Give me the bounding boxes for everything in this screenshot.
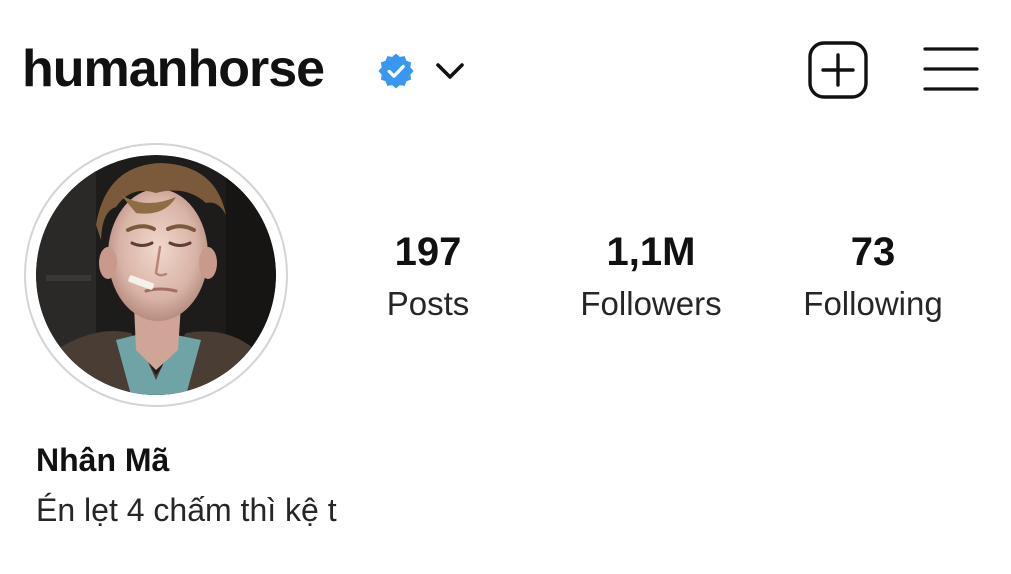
verified-badge-icon bbox=[378, 53, 414, 89]
stat-posts-value: 197 bbox=[394, 230, 462, 274]
stat-followers-value: 1,1M bbox=[606, 230, 696, 274]
stat-followers-label: Followers bbox=[580, 285, 722, 322]
username-title[interactable]: humanhorse bbox=[22, 38, 325, 100]
display-name: Nhân Mã bbox=[36, 442, 170, 478]
new-post-plus-icon[interactable] bbox=[807, 40, 869, 100]
chevron-down-icon[interactable] bbox=[433, 56, 467, 86]
avatar[interactable] bbox=[36, 155, 276, 395]
bio-text: Én lẹt 4 chấm thì kệ t bbox=[36, 492, 337, 528]
stat-followers[interactable]: 1,1M Followers bbox=[580, 228, 721, 324]
profile-page: humanhorse 197 Posts 1,1M Followers 73 F… bbox=[0, 0, 1011, 574]
stat-following-value: 73 bbox=[850, 230, 896, 274]
hamburger-menu-icon[interactable] bbox=[923, 44, 979, 94]
stat-posts-label: Posts bbox=[386, 285, 470, 322]
stat-posts[interactable]: 197 Posts bbox=[387, 228, 470, 324]
stat-following[interactable]: 73 Following bbox=[803, 228, 942, 324]
stat-following-label: Following bbox=[803, 285, 943, 322]
